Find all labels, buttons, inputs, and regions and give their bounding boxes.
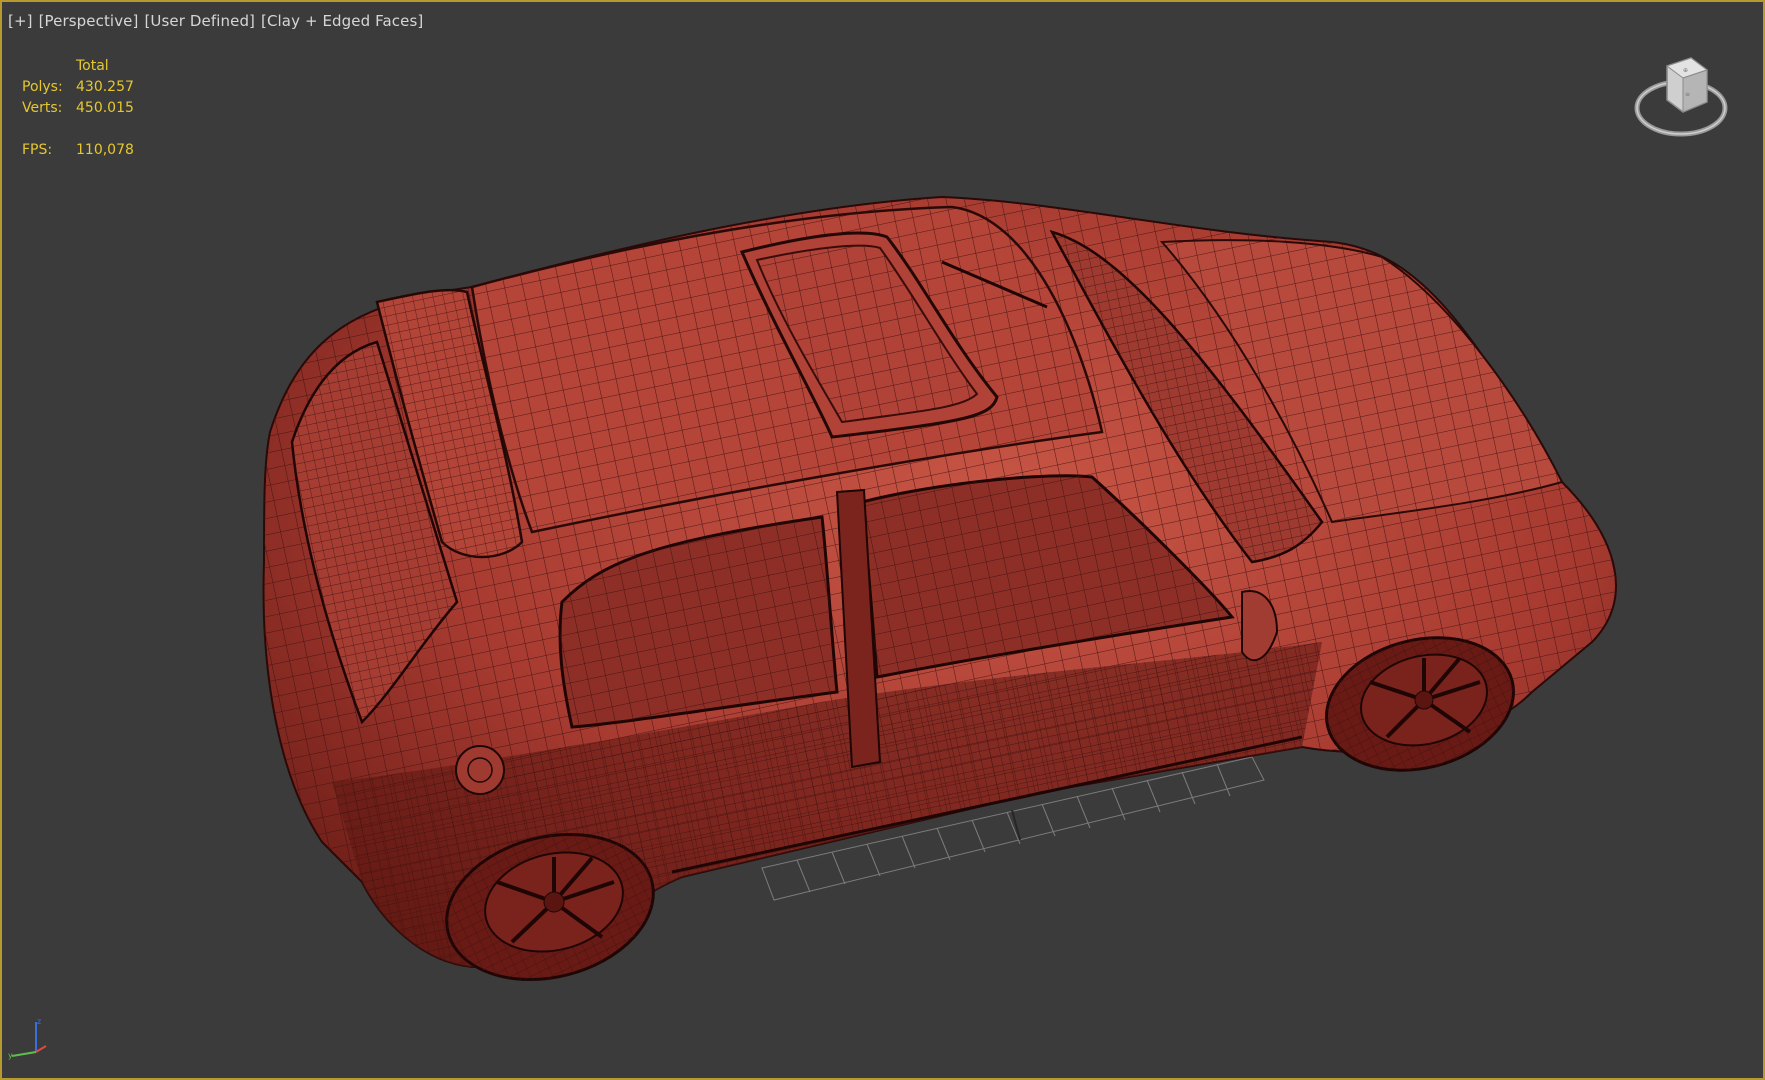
viewport-shading-label[interactable]: [Clay + Edged Faces] <box>261 12 423 30</box>
svg-text:y: y <box>8 1051 13 1060</box>
svg-text:z: z <box>37 1017 41 1026</box>
viewport-menu-plus[interactable]: [+] <box>8 12 33 30</box>
axis-tripod-icon: z y <box>8 1017 47 1060</box>
verts-value: 450.015 <box>76 99 134 116</box>
viewport-camera-label[interactable]: [User Defined] <box>144 12 255 30</box>
fps-value: 110,078 <box>76 141 134 158</box>
statistics-overlay: Total Polys: 430.257 Verts: 450.015 FPS: 11… <box>22 55 156 160</box>
verts-label: Verts: <box>22 99 63 116</box>
perspective-viewport[interactable]: [+] [Perspective] [User Defined] [Clay + Ed… <box>0 0 1765 1080</box>
viewcube-icon[interactable]: ⊕ ≡ <box>1629 44 1733 144</box>
polys-label: Polys: <box>22 78 63 95</box>
svg-text:⊕: ⊕ <box>1683 67 1688 74</box>
polys-value: 430.257 <box>76 78 134 95</box>
car-body <box>262 195 1617 969</box>
fps-label: FPS: <box>22 141 53 158</box>
viewport-pov-label[interactable]: [Perspective] <box>39 12 139 30</box>
stats-header: Total <box>76 57 109 74</box>
svg-text:≡: ≡ <box>1685 91 1690 98</box>
car-model[interactable] <box>2 2 1763 1078</box>
viewport-label: [+] [Perspective] [User Defined] [Clay + Ed… <box>8 12 429 30</box>
